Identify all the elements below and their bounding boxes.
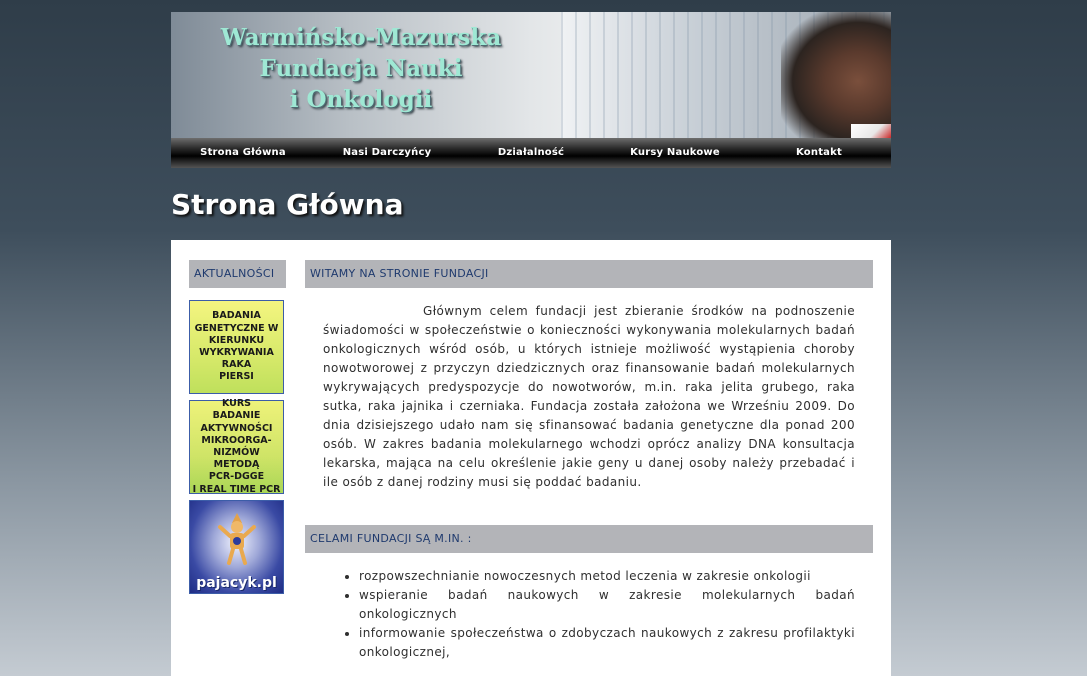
promo-line: KIERUNKU bbox=[208, 334, 265, 346]
goals-heading: CELAMI FUNDACJI SĄ M.IN. : bbox=[305, 525, 873, 553]
promo-genetic-testing[interactable]: BADANIA GENETYCZNE W KIERUNKU WYKRYWANIA… bbox=[189, 300, 284, 394]
promo-line: PCR-DGGE bbox=[208, 471, 265, 483]
promo-line: WYKRYWANIA bbox=[199, 347, 274, 358]
site-header: Warmińsko-Mazurska Fundacja Nauki i Onko… bbox=[171, 12, 891, 168]
logo-line-3: i Onkologii bbox=[289, 86, 433, 113]
nav-contact[interactable]: Kontakt bbox=[747, 138, 891, 168]
list-item: informowanie społeczeństwa o zdobyczach … bbox=[359, 624, 855, 662]
promo-line: NIZMÓW METODĄ bbox=[213, 447, 260, 471]
site-logo-title[interactable]: Warmińsko-Mazurska Fundacja Nauki i Onko… bbox=[211, 22, 511, 115]
news-heading: AKTUALNOŚCI bbox=[189, 260, 286, 288]
nav-donors[interactable]: Nasi Darczyńcy bbox=[315, 138, 459, 168]
promo-line: I REAL TIME PCR bbox=[192, 483, 281, 495]
promo-pajacyk-banner[interactable]: pajacyk.pl bbox=[189, 500, 284, 594]
content-panel: AKTUALNOŚCI BADANIA GENETYCZNE W KIERUNK… bbox=[171, 240, 891, 676]
lab-coat-detail bbox=[851, 124, 891, 138]
page-title: Strona Główna bbox=[171, 188, 404, 221]
logo-line-1: Warmińsko-Mazurska bbox=[220, 24, 502, 51]
welcome-paragraph: Głównym celem fundacji jest zbieranie śr… bbox=[323, 304, 855, 489]
promo-line: MIKROORGA- bbox=[201, 434, 272, 446]
nav-courses[interactable]: Kursy Naukowe bbox=[603, 138, 747, 168]
header-banner: Warmińsko-Mazurska Fundacja Nauki i Onko… bbox=[171, 12, 891, 138]
sidebar: AKTUALNOŚCI BADANIA GENETYCZNE W KIERUNK… bbox=[189, 260, 286, 594]
scientist-photo bbox=[781, 12, 891, 138]
promo-line: BADANIA bbox=[212, 310, 261, 322]
welcome-heading: WITAMY NA STRONIE FUNDACJI bbox=[305, 260, 873, 288]
promo-line: PIERSI bbox=[219, 371, 254, 383]
goals-list: rozpowszechnianie nowoczesnych metod lec… bbox=[341, 567, 855, 662]
nav-activity[interactable]: Działalność bbox=[459, 138, 603, 168]
logo-line-2: Fundacja Nauki bbox=[259, 55, 463, 82]
promo-line: KURS bbox=[221, 398, 252, 410]
nav-home[interactable]: Strona Główna bbox=[171, 138, 315, 168]
pajacyk-label: pajacyk.pl bbox=[196, 574, 277, 591]
promo-line: AKTYWNOŚCI bbox=[200, 422, 273, 434]
promo-line: RAKA bbox=[221, 359, 252, 371]
pajacyk-puppet-icon bbox=[218, 513, 256, 565]
main-navigation: Strona Główna Nasi Darczyńcy Działalność… bbox=[171, 138, 891, 168]
list-item: wspieranie badań naukowych w zakresie mo… bbox=[359, 586, 855, 624]
promo-line: BADANIE bbox=[212, 410, 261, 422]
main-column: WITAMY NA STRONIE FUNDACJI Głównym celem… bbox=[305, 260, 873, 662]
promo-line: GENETYCZNE W bbox=[194, 322, 279, 334]
promo-pcr-course[interactable]: KURS BADANIE AKTYWNOŚCI MIKROORGA- NIZMÓ… bbox=[189, 398, 284, 495]
list-item: rozpowszechnianie nowoczesnych metod lec… bbox=[359, 567, 855, 586]
